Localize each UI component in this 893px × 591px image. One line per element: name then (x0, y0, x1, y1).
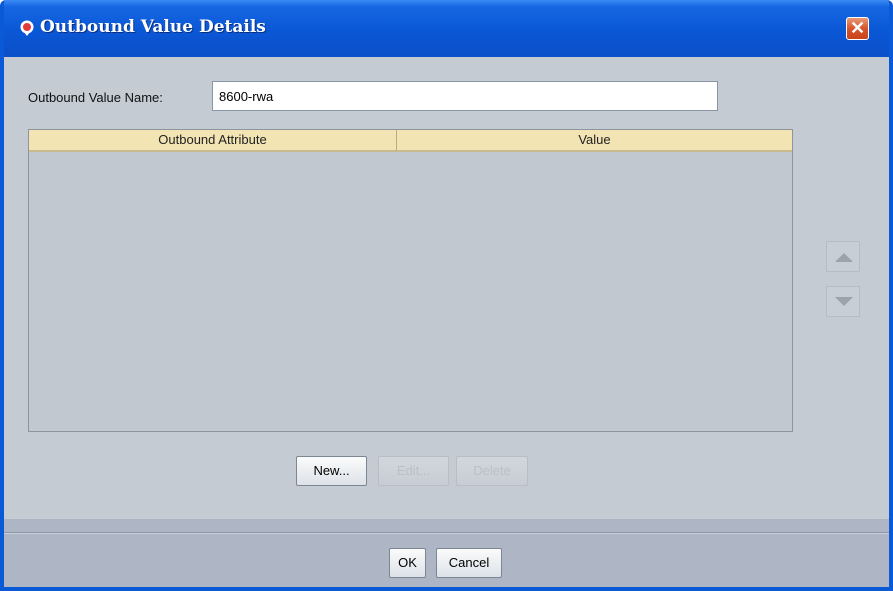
outbound-value-name-input[interactable] (212, 81, 718, 111)
new-button[interactable]: New... (296, 456, 367, 486)
outbound-attributes-table[interactable]: Outbound Attribute Value (28, 129, 793, 432)
dialog-footer: OK Cancel (4, 519, 889, 587)
column-header-outbound-attribute[interactable]: Outbound Attribute (29, 130, 397, 152)
move-down-button[interactable] (826, 286, 860, 317)
dialog-content: Outbound Value Name: Outbound Attribute … (4, 57, 889, 519)
close-button[interactable]: ✕ (846, 17, 869, 40)
edit-button[interactable]: Edit... (378, 456, 449, 486)
move-down-icon (835, 297, 853, 306)
delete-button[interactable]: Delete (456, 456, 528, 486)
move-up-icon (835, 253, 853, 262)
cancel-button[interactable]: Cancel (436, 548, 502, 578)
app-icon (20, 20, 34, 36)
window-title: Outbound Value Details (40, 17, 266, 37)
footer-divider-highlight (4, 533, 889, 534)
outbound-value-name-label: Outbound Value Name: (28, 90, 163, 105)
dialog-window: Outbound Value Details ✕ Outbound Value … (0, 0, 893, 591)
close-icon: ✕ (849, 18, 866, 38)
title-bar[interactable]: Outbound Value Details ✕ (4, 0, 889, 57)
move-up-button[interactable] (826, 241, 860, 272)
ok-button[interactable]: OK (389, 548, 426, 578)
column-header-value[interactable]: Value (397, 130, 792, 152)
table-header: Outbound Attribute Value (29, 130, 792, 152)
